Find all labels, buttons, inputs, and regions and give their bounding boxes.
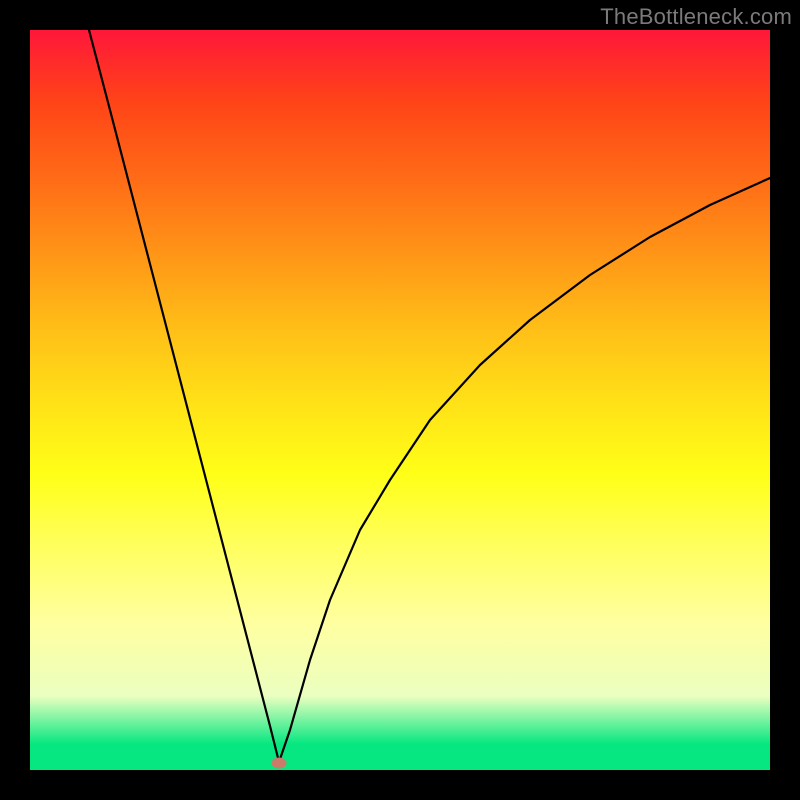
bottleneck-curve — [30, 30, 770, 770]
optimum-marker — [272, 758, 287, 769]
plot-area — [30, 30, 770, 770]
watermark-text: TheBottleneck.com — [600, 4, 792, 30]
